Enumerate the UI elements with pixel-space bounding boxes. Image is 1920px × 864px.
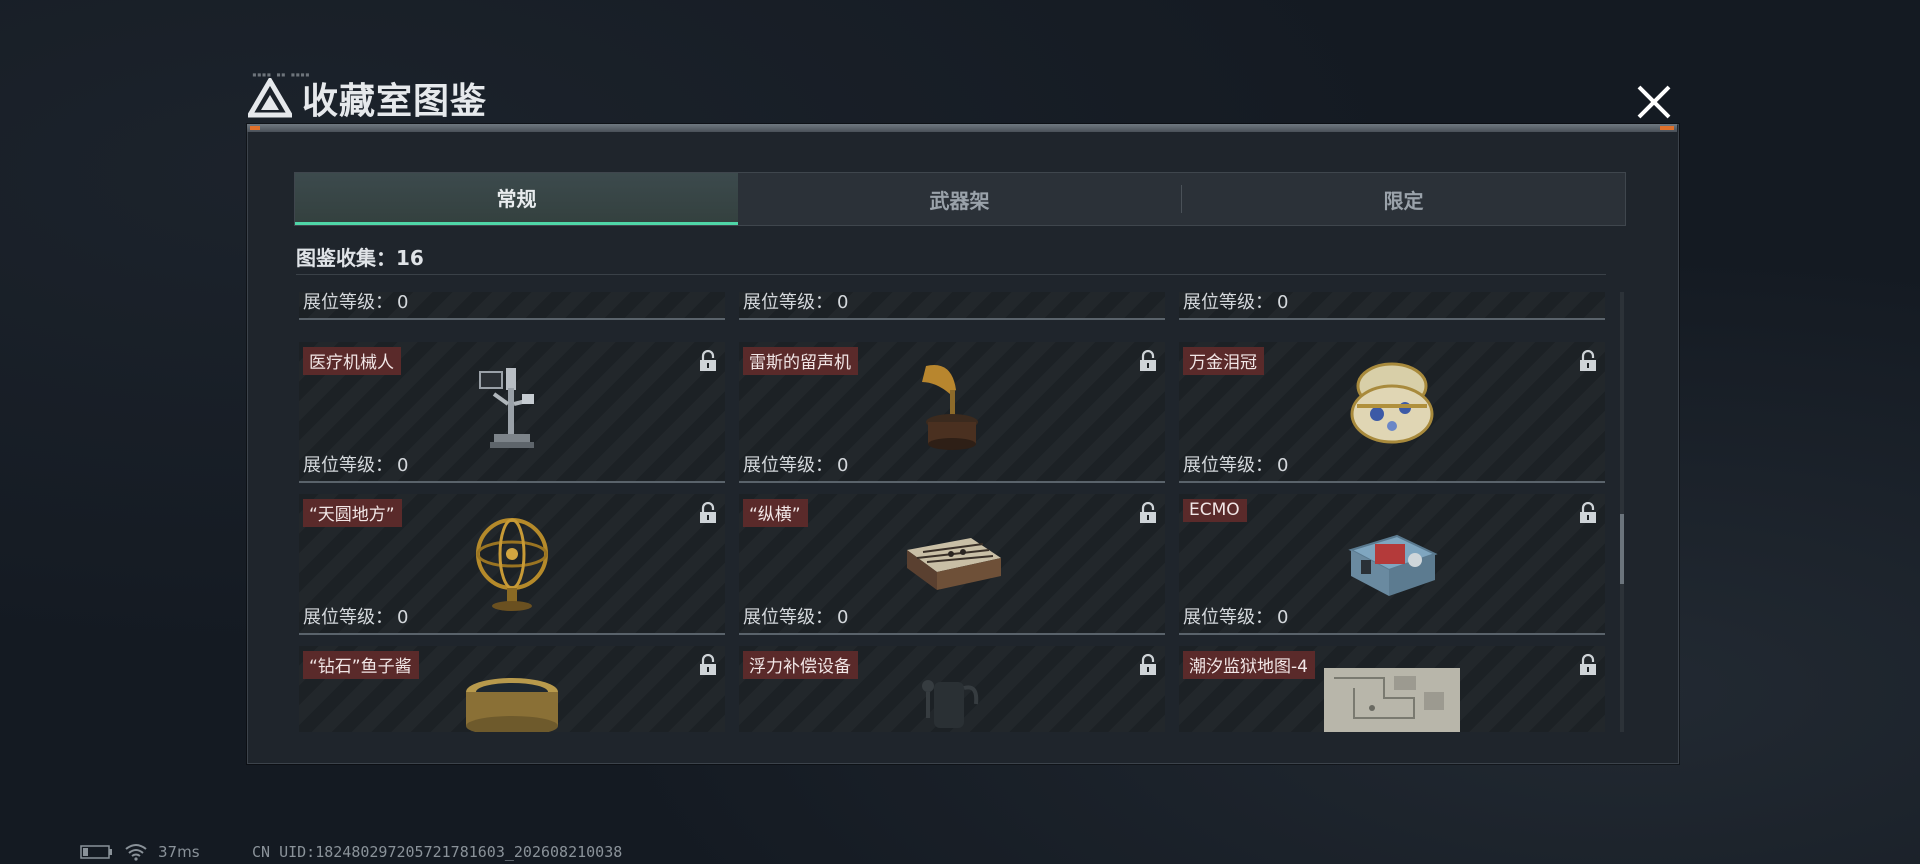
uid-text: CN UID:18248029720572​1781603_2026082100… (252, 843, 623, 861)
lock-icon (1579, 349, 1597, 372)
page-title: 收藏室图鉴 (302, 81, 488, 122)
booth-level-label: 展位等级： (743, 607, 833, 628)
booth-level-label: 展位等级： (303, 292, 393, 313)
battery-icon (80, 845, 112, 859)
status-bar: 37ms (80, 842, 200, 862)
booth-level: 展位等级： 0 (1183, 451, 1288, 477)
ping-text: 37ms (158, 843, 200, 861)
panel-accent-left (250, 126, 260, 130)
booth-level-value: 0 (1277, 607, 1289, 628)
category-tabs: 常规 武器架 限定 (294, 172, 1626, 226)
booth-level-value: 0 (1277, 455, 1289, 476)
prison-map-icon (1324, 668, 1460, 732)
card-name: 医疗机械人 (303, 347, 401, 375)
tab-regular[interactable]: 常规 (295, 173, 738, 225)
card-name: 万金泪冠 (1183, 347, 1264, 375)
booth-level: 展位等级： 0 (1183, 603, 1288, 629)
card-grid[interactable]: 展位等级： 0 展位等级： 0 展位等级： 0 医疗机械人 展位等级： 0 雷斯的留声机 展位等级：… (296, 292, 1608, 732)
collection-card[interactable]: 展位等级： 0 (1179, 292, 1605, 320)
lock-icon (1139, 501, 1157, 524)
lock-icon (1579, 653, 1597, 676)
collection-count: 图鉴收集：16 (296, 246, 424, 270)
booth-level: 展位等级： 0 (303, 292, 408, 314)
ecmo-machine-icon (1337, 520, 1447, 614)
booth-level-value: 0 (1277, 292, 1289, 313)
card-name: “钻石”鱼子酱 (303, 651, 419, 679)
booth-level-label: 展位等级： (303, 455, 393, 476)
divider (296, 274, 1606, 275)
booth-level-label: 展位等级： (1183, 292, 1273, 313)
scrollbar[interactable] (1620, 292, 1624, 732)
card-name: 潮汐监狱地图-4 (1183, 651, 1315, 679)
booth-level-label: 展位等级： (1183, 607, 1273, 628)
delta-logo-icon (248, 78, 292, 118)
jeweled-egg-icon (1347, 356, 1437, 460)
booth-level: 展位等级： 0 (743, 292, 848, 314)
close-button[interactable] (1628, 78, 1680, 126)
collection-card[interactable]: “钻石”鱼子酱 (299, 646, 725, 732)
panel-accent-right (1660, 126, 1674, 130)
chess-box-icon (897, 524, 1007, 608)
caviar-tin-icon (462, 674, 562, 732)
lock-icon (699, 349, 717, 372)
card-name: ECMO (1183, 499, 1247, 522)
medical-robot-icon (472, 364, 552, 458)
collection-card[interactable]: “天圆地方” 展位等级： 0 (299, 494, 725, 635)
wifi-icon (125, 844, 147, 861)
booth-level-label: 展位等级： (303, 607, 393, 628)
collection-card[interactable]: 雷斯的留声机 展位等级： 0 (739, 342, 1165, 483)
diving-device-icon (912, 668, 992, 732)
booth-level-value: 0 (837, 455, 849, 476)
close-icon (1637, 85, 1671, 119)
tab-weapon-rack[interactable]: 武器架 (738, 173, 1181, 225)
lock-icon (1139, 349, 1157, 372)
booth-level-label: 展位等级： (1183, 455, 1273, 476)
collection-card[interactable]: 展位等级： 0 (739, 292, 1165, 320)
lock-icon (699, 501, 717, 524)
title-bar: 收藏室图鉴 (248, 76, 487, 122)
booth-level-value: 0 (397, 292, 409, 313)
booth-level-value: 0 (397, 455, 409, 476)
booth-level-label: 展位等级： (743, 292, 833, 313)
collection-card[interactable]: 万金泪冠展位等级： 0 (1179, 342, 1605, 483)
collection-card[interactable]: 医疗机械人展位等级： 0 (299, 342, 725, 483)
gramophone-icon (912, 360, 992, 464)
collection-card[interactable]: 展位等级： 0 (299, 292, 725, 320)
card-name: “天圆地方” (303, 499, 402, 527)
lock-icon (1579, 501, 1597, 524)
booth-level-value: 0 (837, 292, 849, 313)
tab-limited[interactable]: 限定 (1182, 173, 1625, 225)
collection-card[interactable]: 潮汐监狱地图-4 (1179, 646, 1605, 732)
booth-level: 展位等级： 0 (743, 603, 848, 629)
booth-level: 展位等级： 0 (743, 451, 848, 477)
card-name: “纵横” (743, 499, 808, 527)
lock-icon (1139, 653, 1157, 676)
lock-icon (699, 653, 717, 676)
collection-card[interactable]: 浮力补偿设备 (739, 646, 1165, 732)
armillary-sphere-icon (467, 514, 557, 618)
booth-level-value: 0 (397, 607, 409, 628)
collection-card[interactable]: “纵横” 展位等级： 0 (739, 494, 1165, 635)
card-name: 雷斯的留声机 (743, 347, 858, 375)
card-name: 浮力补偿设备 (743, 651, 858, 679)
panel-top-bar (247, 124, 1677, 132)
scroll-thumb[interactable] (1620, 514, 1624, 584)
booth-level: 展位等级： 0 (1183, 292, 1288, 314)
booth-level: 展位等级： 0 (303, 603, 408, 629)
booth-level-label: 展位等级： (743, 455, 833, 476)
booth-level: 展位等级： 0 (303, 451, 408, 477)
booth-level-value: 0 (837, 607, 849, 628)
collection-card[interactable]: ECMO 展位等级： 0 (1179, 494, 1605, 635)
